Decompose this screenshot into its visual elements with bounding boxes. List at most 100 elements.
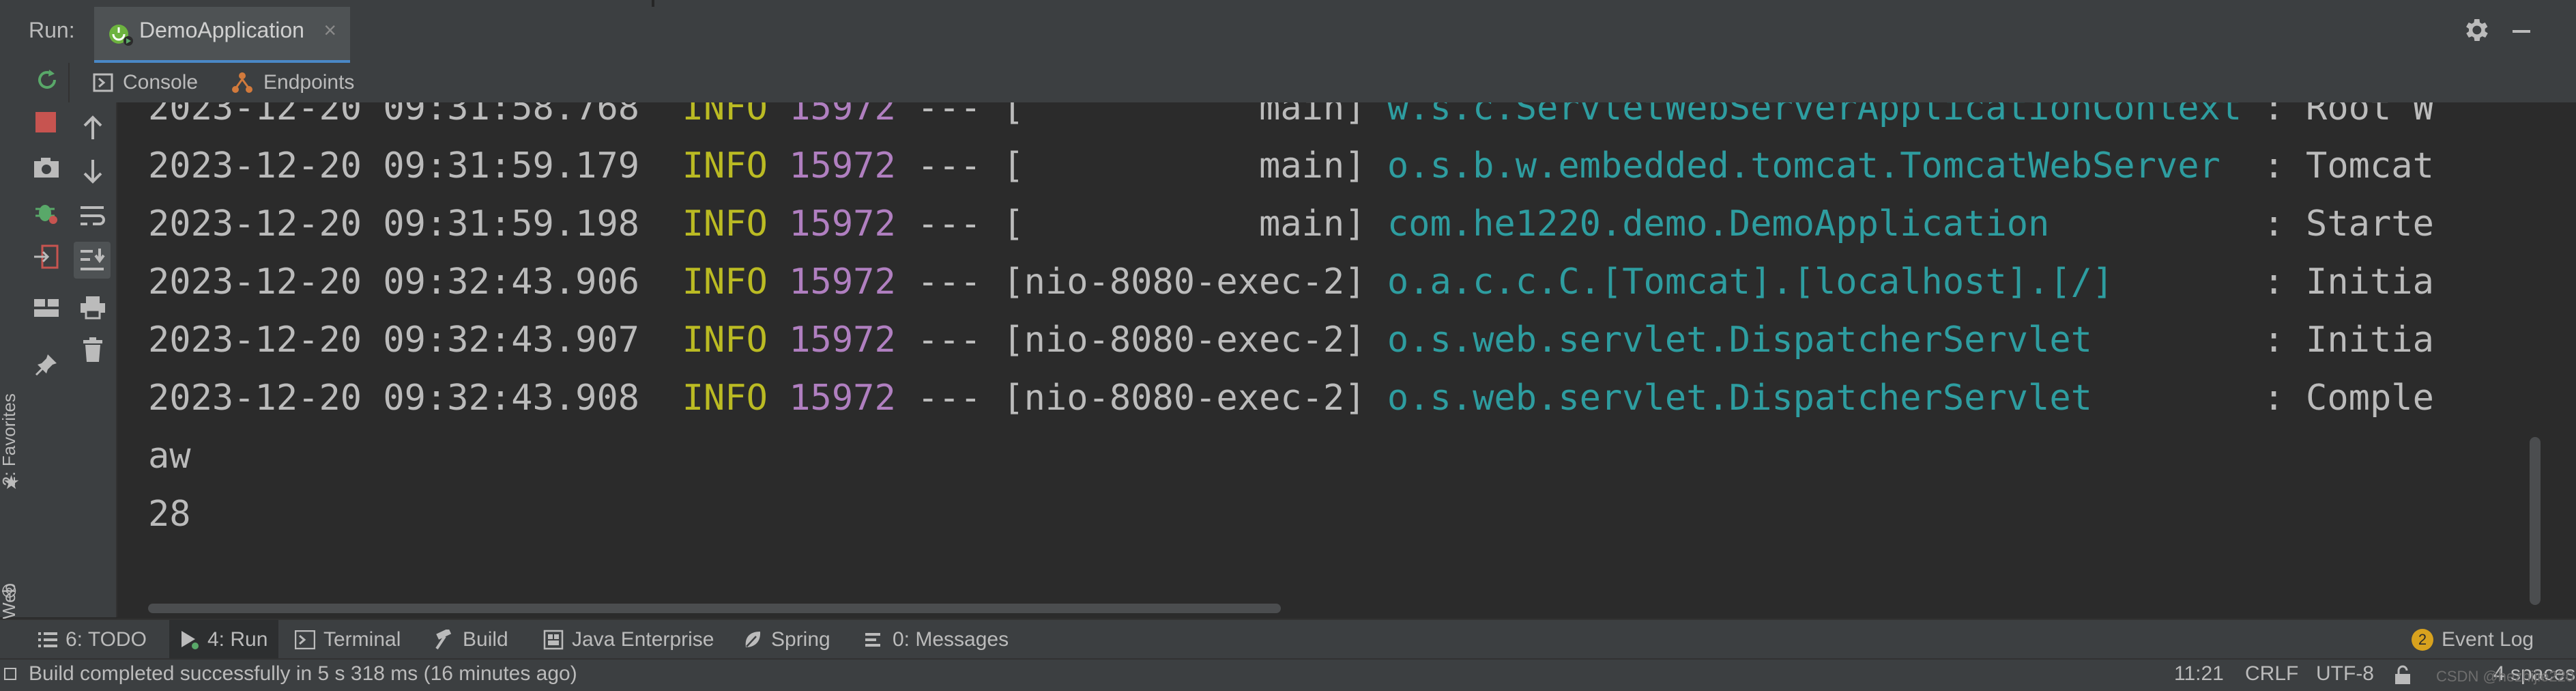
log-timestamp: 2023-12-20 09:32:43.907 [148,320,640,361]
log-separator: --- [917,378,982,419]
log-timestamp: 2023-12-20 09:31:58.768 [148,102,640,128]
layout-icon[interactable] [33,298,60,322]
endpoints-icon [232,72,252,93]
log-logger: o.s.b.w.embedded.tomcat.TomcatWebServer [1387,145,2242,186]
log-thread: [nio-8080-exec-2] [1002,320,1366,361]
log-message: : Initia [2263,320,2434,361]
log-level: INFO [682,145,768,186]
tab-endpoints-label: Endpoints [263,71,355,94]
soft-wrap-icon[interactable] [79,203,106,231]
tool-spring-label: Spring [771,628,830,651]
tool-build-label: Build [463,628,508,651]
arrow-down-icon[interactable] [82,158,104,188]
spring-leaf-icon [745,632,761,647]
tool-spring[interactable]: Spring [742,620,830,660]
run-play-icon [182,631,199,649]
log-level: INFO [682,378,768,419]
gear-icon[interactable] [2461,15,2491,48]
minimize-icon[interactable] [2513,30,2530,33]
web-globe-icon: ◎ [1,579,17,600]
lock-icon[interactable] [2394,665,2412,689]
tool-terminal[interactable]: Terminal [295,620,401,660]
console-icon [93,73,113,92]
tool-event-log[interactable]: 2 Event Log [2412,620,2534,660]
log-pid: 15972 [789,262,896,302]
vertical-scrollbar[interactable] [2530,437,2541,605]
java-enterprise-icon [543,630,564,650]
log-thread: [ main] [1002,203,1366,244]
log-timestamp: 2023-12-20 09:32:43.908 [148,378,640,419]
log-pid: 15972 [789,203,896,244]
log-separator: --- [917,262,982,302]
line-separator[interactable]: CRLF [2245,662,2298,686]
build-hammer-icon [435,630,452,650]
star-icon: ★ [3,472,20,493]
log-level: INFO [682,262,768,302]
tool-todo[interactable]: 6: TODO [38,620,147,660]
output-line: 28 [148,494,191,535]
spring-boot-app-icon [106,19,135,51]
camera-icon[interactable] [33,156,60,182]
log-line: 2023-12-20 09:31:59.179 INFO 15972 --- [… [148,137,2434,195]
tool-run-label: 4: Run [207,628,268,651]
log-message: : Root W [2263,102,2434,128]
file-encoding[interactable]: UTF-8 [2316,662,2374,686]
status-message[interactable]: Build completed successfully in 5 s 318 … [29,662,577,686]
pin-icon[interactable] [34,352,59,380]
log-level: INFO [682,203,768,244]
left-side-strip: 2: Favorites ★ Web ◎ [0,63,27,619]
close-tab-icon[interactable]: × [323,18,336,43]
console-tab-row: Console Endpoints [68,63,2576,102]
log-line: 2023-12-20 09:32:43.906 INFO 15972 --- [… [148,253,2434,311]
scroll-to-end-icon[interactable] [74,242,111,279]
messages-icon [865,633,880,647]
rerun-icon[interactable] [34,67,60,96]
log-message: : Initia [2263,262,2434,302]
log-pid: 15972 [789,378,896,419]
terminal-icon [295,630,315,649]
tool-java-enterprise-label: Java Enterprise [572,628,714,651]
output-line: aw [148,436,191,477]
status-bar: Build completed successfully in 5 s 318 … [0,658,2576,691]
tab-endpoints[interactable]: Endpoints [231,63,354,102]
debug-bug-icon[interactable] [33,199,60,230]
arrow-up-icon[interactable] [82,115,104,144]
trash-icon[interactable] [82,337,104,367]
tool-build[interactable]: Build [433,620,508,660]
log-logger: o.s.web.servlet.DispatcherServlet [1387,378,2242,419]
log-thread: [nio-8080-exec-2] [1002,262,1366,302]
status-toggle-icon[interactable] [4,668,16,680]
caret-position[interactable]: 11:21 [2174,662,2224,686]
run-label: Run: [29,18,75,42]
log-logger: o.a.c.c.C.[Tomcat].[localhost].[/] [1387,262,2242,302]
tab-console[interactable]: Console [93,63,198,102]
log-timestamp: 2023-12-20 09:32:43.906 [148,262,640,302]
log-pid: 15972 [789,102,896,128]
console-output[interactable]: 2023-12-20 09:31:58.768 INFO 15972 --- [… [117,102,2550,617]
todo-list-icon [38,632,57,647]
log-message: : Tomcat [2263,145,2434,186]
exit-icon[interactable] [33,243,60,274]
tool-messages-label: 0: Messages [893,628,1009,651]
log-line: 2023-12-20 09:32:43.908 INFO 15972 --- [… [148,369,2434,427]
run-toolbar [26,63,70,617]
run-config-tab[interactable]: DemoApplication × [94,7,350,63]
log-timestamp: 2023-12-20 09:31:59.179 [148,145,640,186]
horizontal-scrollbar[interactable] [148,604,1281,613]
print-icon[interactable] [79,295,106,323]
log-separator: --- [917,102,982,128]
log-level: INFO [682,102,768,128]
console-toolbar [68,102,117,617]
log-message: : Comple [2263,378,2434,419]
stop-icon[interactable] [35,112,56,132]
log-thread: [nio-8080-exec-2] [1002,378,1366,419]
log-line: 2023-12-20 09:32:43.907 INFO 15972 --- [… [148,311,2434,369]
tool-run[interactable]: 4: Run [169,620,279,660]
log-line: 2023-12-20 09:31:59.198 INFO 15972 --- [… [148,195,2434,253]
log-pid: 15972 [789,145,896,186]
watermark: CSDN @hezhijie220 [2436,668,2575,685]
tool-terminal-label: Terminal [323,628,401,651]
tab-console-label: Console [123,71,199,94]
tool-messages[interactable]: 0: Messages [865,620,1009,660]
tool-java-enterprise[interactable]: Java Enterprise [543,620,714,660]
